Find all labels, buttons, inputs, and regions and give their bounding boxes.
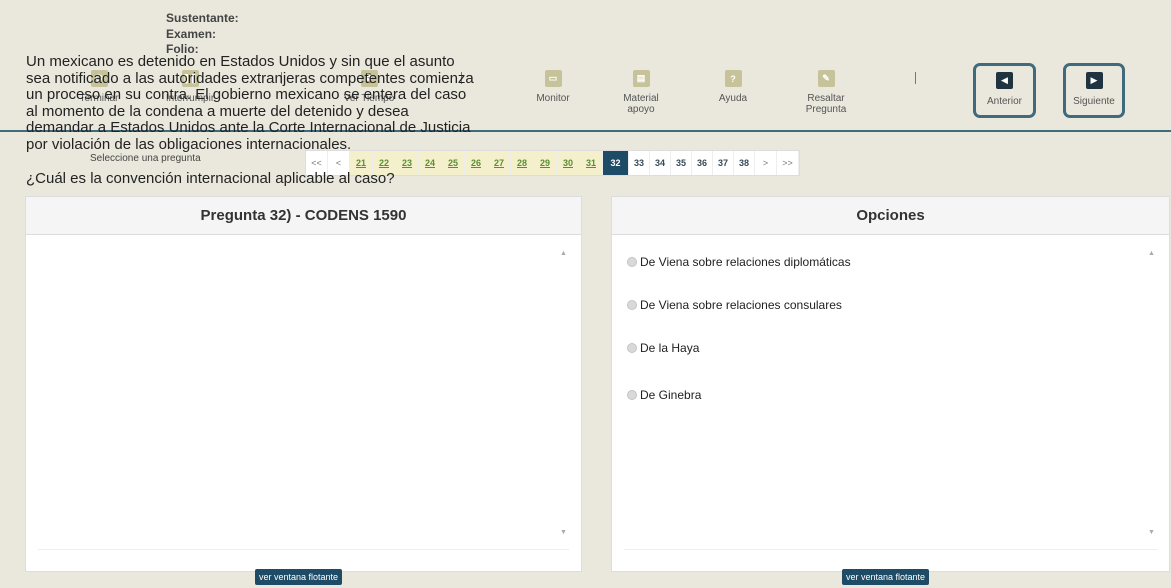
options-scrollbar[interactable]: ▲ ▼ <box>1145 244 1159 544</box>
radio-button[interactable] <box>627 300 637 310</box>
toolbar-separator <box>915 72 916 84</box>
radio-button[interactable] <box>627 343 637 353</box>
page-item-current[interactable]: 32 <box>603 151 629 175</box>
answer-option[interactable]: De Viena sobre relaciones diplomáticas <box>627 255 851 269</box>
answer-option-label: De Ginebra <box>640 388 702 402</box>
question-body: ▲ ▼ <box>36 244 571 544</box>
skip-back-icon: ◀ <box>996 72 1013 89</box>
answer-option[interactable]: De la Haya <box>627 341 699 355</box>
page-item-seen[interactable]: 27 <box>488 151 511 175</box>
monitor-icon: ▭ <box>544 70 562 87</box>
scroll-up-icon[interactable]: ▲ <box>560 250 567 257</box>
page-item[interactable]: 34 <box>650 151 671 175</box>
highlight-icon: ✎ <box>817 70 835 87</box>
page-item[interactable]: 38 <box>734 151 755 175</box>
ayuda-label: Ayuda <box>718 93 748 104</box>
page-last[interactable]: >> <box>777 151 799 175</box>
question-text: Un mexicano es detenido en Estados Unido… <box>26 53 474 153</box>
document-icon: ▤ <box>632 70 650 87</box>
siguiente-label: Siguiente <box>1073 96 1115 107</box>
options-body: ▲ ▼ <box>622 244 1159 544</box>
material-label-line1: Material <box>623 93 659 104</box>
monitor-label: Monitor <box>536 93 570 104</box>
anterior-label: Anterior <box>986 96 1022 107</box>
candidate-info: Sustentante: Examen: Folio: <box>166 11 239 58</box>
question-title: Pregunta 32) - CODENS 1590 <box>26 197 581 235</box>
anterior-button[interactable]: ◀ Anterior <box>973 63 1036 118</box>
options-title: Opciones <box>612 197 1169 235</box>
floating-window-button[interactable]: ver ventana flotante <box>255 569 343 585</box>
page-item[interactable]: 36 <box>692 151 713 175</box>
answer-option-label: De la Haya <box>640 341 700 355</box>
page-item[interactable]: 33 <box>629 151 650 175</box>
examen-label: Examen: <box>166 26 217 41</box>
floating-window-button[interactable]: ver ventana flotante <box>842 569 930 585</box>
siguiente-button[interactable]: ▶ Siguiente <box>1063 63 1125 118</box>
material-label-line2: apoyo <box>627 104 655 115</box>
resaltar-pregunta-label: Resaltar Pregunta <box>786 93 866 115</box>
question-text-block: Un mexicano es detenido en Estados Unido… <box>26 53 476 188</box>
resaltar-label-line1: Resaltar <box>807 93 845 104</box>
monitor-button[interactable]: ▭ Monitor <box>513 70 593 104</box>
answer-option[interactable]: De Ginebra <box>627 388 701 402</box>
scroll-down-icon[interactable]: ▼ <box>560 529 567 536</box>
page-item-seen[interactable]: 28 <box>511 151 534 175</box>
radio-button[interactable] <box>627 390 637 400</box>
answer-option[interactable]: De Viena sobre relaciones consulares <box>627 298 842 312</box>
divider <box>38 549 569 550</box>
sustentante-label: Sustentante: <box>166 11 239 25</box>
page-item[interactable]: 37 <box>713 151 734 175</box>
ayuda-button[interactable]: ? Ayuda <box>693 70 773 104</box>
resaltar-pregunta-button[interactable]: ✎ Resaltar Pregunta <box>786 70 866 115</box>
page-item-seen[interactable]: 29 <box>534 151 557 175</box>
scroll-up-icon[interactable]: ▲ <box>1148 250 1155 257</box>
radio-button[interactable] <box>627 257 637 267</box>
answer-option-label: De Viena sobre relaciones consulares <box>640 298 842 312</box>
question-panel: Pregunta 32) - CODENS 1590 ▲ ▼ <box>25 196 582 572</box>
question-scrollbar[interactable]: ▲ ▼ <box>557 244 571 544</box>
page-next[interactable]: > <box>755 151 777 175</box>
page-item-seen[interactable]: 31 <box>580 151 603 175</box>
scroll-down-icon[interactable]: ▼ <box>1148 529 1155 536</box>
answer-option-label: De Viena sobre relaciones diplomáticas <box>640 255 851 269</box>
divider <box>624 549 1157 550</box>
page-item[interactable]: 35 <box>671 151 692 175</box>
page-item-seen[interactable]: 30 <box>557 151 580 175</box>
options-panel: Opciones ▲ ▼ <box>611 196 1170 572</box>
question-prompt: ¿Cuál es la convención internacional apl… <box>26 170 395 187</box>
resaltar-label-line2: Pregunta <box>805 104 847 115</box>
help-icon: ? <box>724 70 742 87</box>
skip-forward-icon: ▶ <box>1085 72 1103 89</box>
material-apoyo-label: Material apoyo <box>601 93 681 115</box>
material-apoyo-button[interactable]: ▤ Material apoyo <box>601 70 681 115</box>
